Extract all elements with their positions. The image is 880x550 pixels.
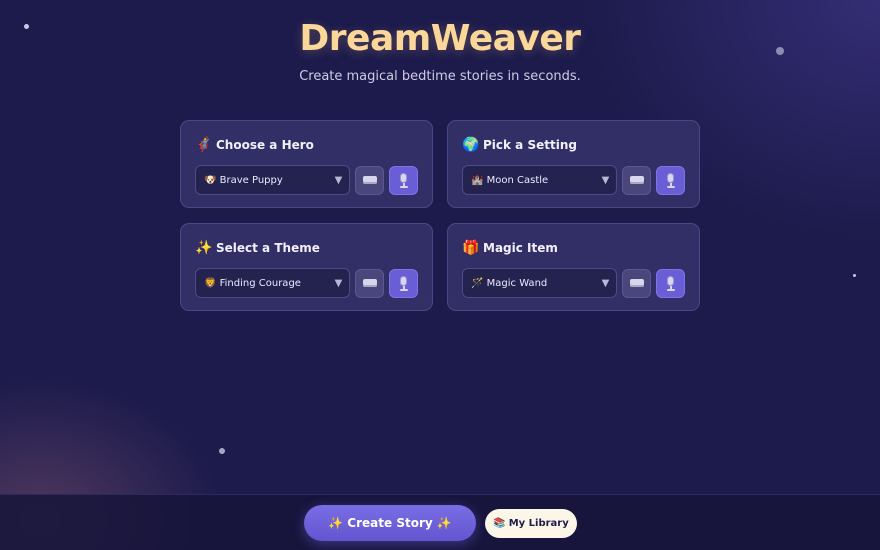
card-setting: 🌍 Pick a Setting 🏰 Moon Castle ▼: [447, 120, 700, 208]
microphone-icon: [666, 172, 675, 188]
chevron-down-icon: ▼: [601, 277, 610, 289]
card-title: Magic Item: [483, 241, 558, 255]
hero-keyboard-button[interactable]: [355, 165, 385, 195]
theme-mic-button[interactable]: [389, 268, 418, 298]
setting-select[interactable]: 🏰 Moon Castle ▼: [462, 165, 618, 195]
books-icon: 📚: [493, 518, 506, 529]
header: DreamWeaver Create magical bedtime stori…: [0, 18, 880, 84]
sparkles-icon: ✨: [195, 240, 213, 256]
chevron-down-icon: ▼: [601, 174, 610, 186]
star-decoration: [853, 274, 856, 277]
keyboard-icon: [629, 279, 644, 287]
keyboard-icon: [362, 176, 377, 184]
card-title: Pick a Setting: [483, 138, 577, 152]
create-story-label: ✨ Create Story ✨: [328, 516, 452, 530]
keyboard-icon: [629, 176, 644, 184]
card-hero: 🦸 Choose a Hero 🐶 Brave Puppy ▼: [180, 120, 433, 208]
keyboard-icon: [362, 279, 377, 287]
card-theme: ✨ Select a Theme 🦁 Finding Courage ▼: [180, 223, 433, 311]
create-story-button[interactable]: ✨ Create Story ✨: [304, 505, 476, 541]
app-title: DreamWeaver: [299, 18, 581, 59]
hero-select[interactable]: 🐶 Brave Puppy ▼: [195, 165, 351, 195]
card-magic-item: 🎁 Magic Item 🪄 Magic Wand ▼: [447, 223, 700, 311]
my-library-button[interactable]: 📚 My Library: [485, 509, 577, 538]
select-value: 🪄 Magic Wand: [471, 277, 548, 289]
select-value: 🦁 Finding Courage: [204, 277, 301, 289]
hero-icon: 🦸: [195, 137, 213, 153]
star-decoration: [219, 448, 225, 454]
my-library-label: My Library: [508, 518, 569, 529]
magic-item-select[interactable]: 🪄 Magic Wand ▼: [462, 268, 618, 298]
magic-item-keyboard-button[interactable]: [622, 268, 652, 298]
card-title: Select a Theme: [216, 241, 320, 255]
microphone-icon: [399, 172, 408, 188]
chevron-down-icon: ▼: [334, 277, 343, 289]
theme-keyboard-button[interactable]: [355, 268, 385, 298]
microphone-icon: [666, 275, 675, 291]
select-value: 🐶 Brave Puppy: [204, 174, 283, 186]
footer-bar: ✨ Create Story ✨ 📚 My Library: [0, 494, 880, 550]
globe-icon: 🌍: [462, 137, 480, 153]
microphone-icon: [399, 275, 408, 291]
card-title: Choose a Hero: [216, 138, 314, 152]
select-value: 🏰 Moon Castle: [471, 174, 549, 186]
chevron-down-icon: ▼: [334, 174, 343, 186]
setting-mic-button[interactable]: [656, 165, 685, 195]
gift-icon: 🎁: [462, 240, 480, 256]
story-options-grid: 🦸 Choose a Hero 🐶 Brave Puppy ▼ 🌍 Pick a…: [180, 120, 700, 311]
theme-select[interactable]: 🦁 Finding Courage ▼: [195, 268, 351, 298]
hero-mic-button[interactable]: [389, 165, 418, 195]
setting-keyboard-button[interactable]: [622, 165, 652, 195]
magic-item-mic-button[interactable]: [656, 268, 685, 298]
app-subtitle: Create magical bedtime stories in second…: [299, 69, 581, 84]
